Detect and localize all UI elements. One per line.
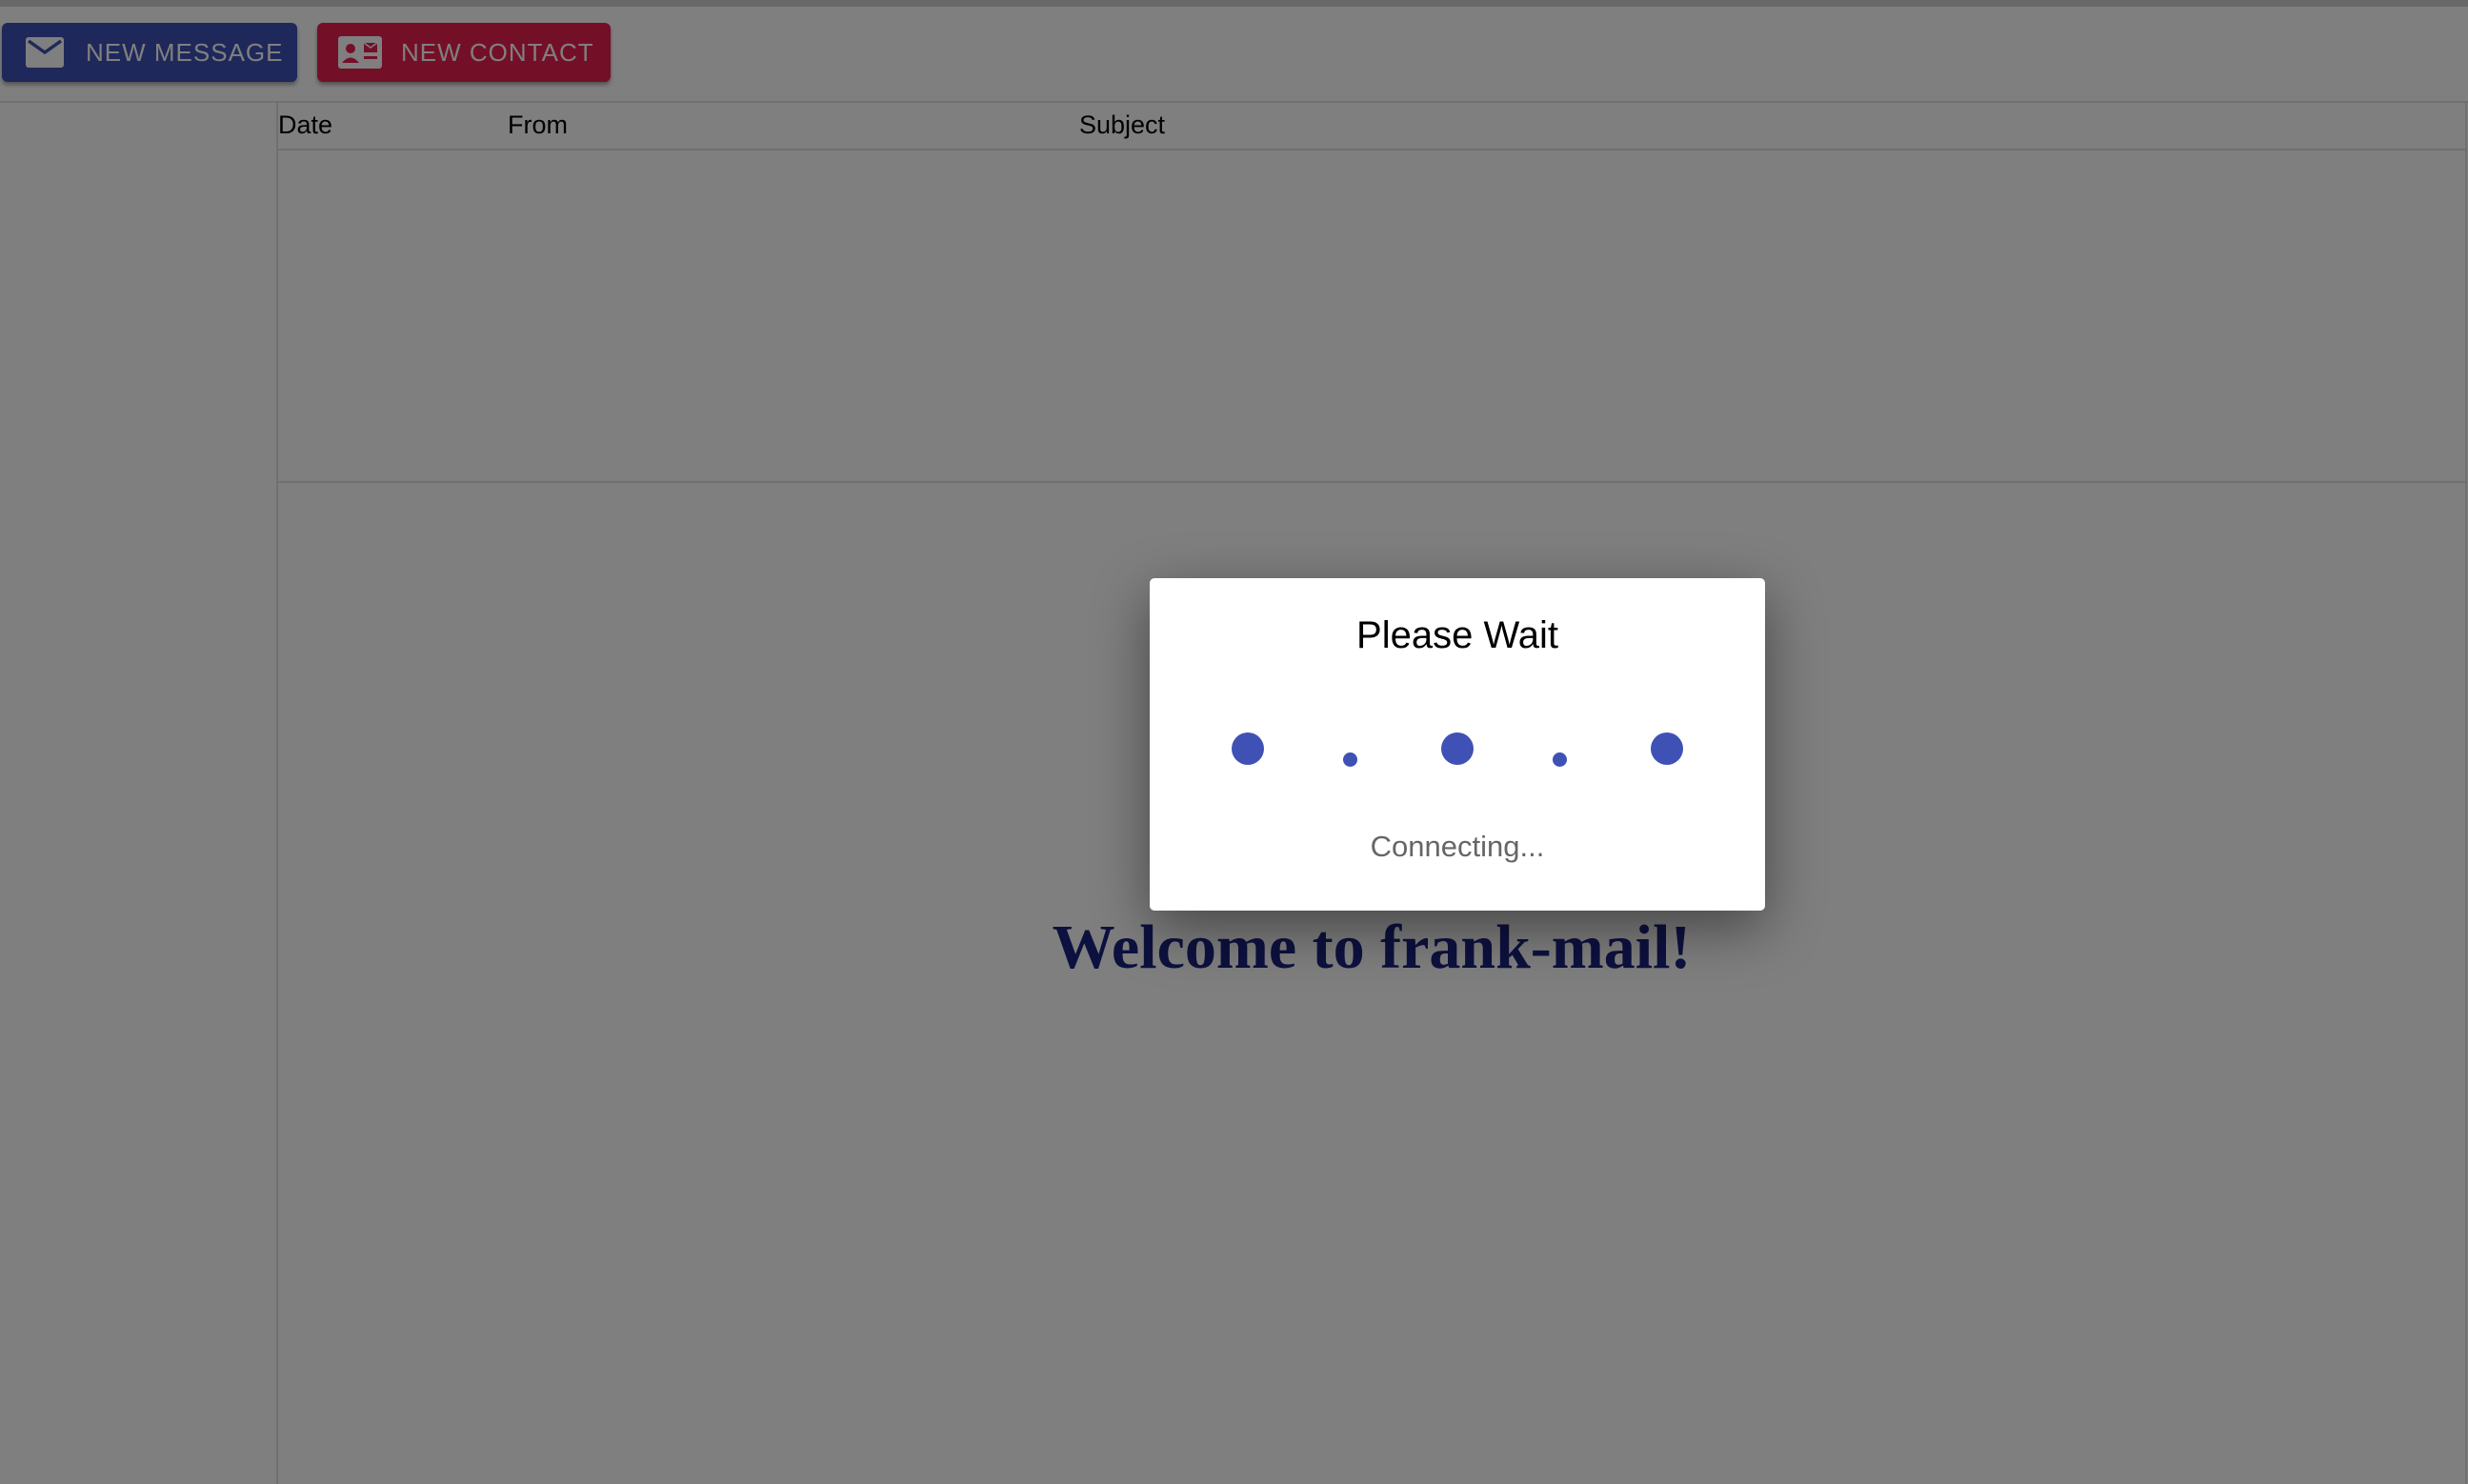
loading-indicator — [1150, 731, 1765, 769]
loading-dot — [1232, 732, 1264, 765]
dialog-status-text: Connecting... — [1370, 830, 1545, 863]
loading-dot — [1651, 732, 1683, 765]
loading-dot — [1441, 732, 1474, 765]
please-wait-dialog: Please Wait Connecting... — [1150, 578, 1765, 911]
loading-dot — [1553, 752, 1567, 767]
loading-dot — [1343, 752, 1357, 767]
dialog-title: Please Wait — [1356, 614, 1558, 656]
mail-app: NEW MESSAGE NEW CONTACT Date From Subjec… — [0, 0, 2468, 1484]
